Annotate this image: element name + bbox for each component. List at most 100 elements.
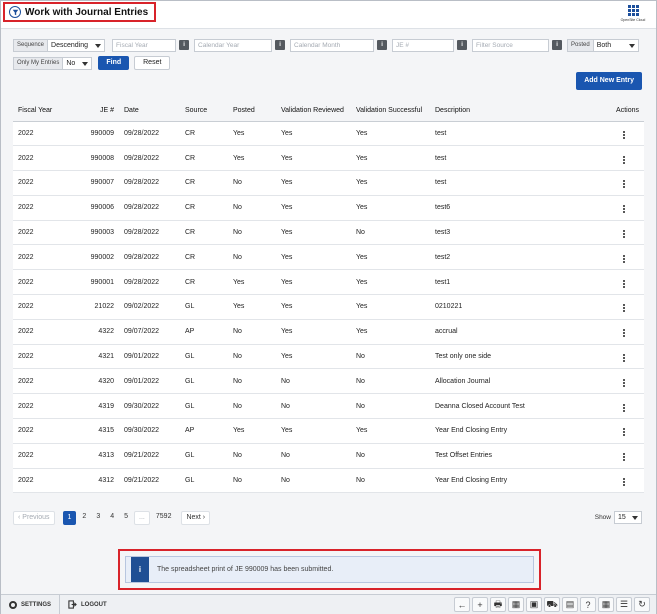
more-actions-icon[interactable] (623, 279, 625, 288)
page-size-select[interactable]: 15 (614, 511, 642, 524)
fiscal-year-lookup-icon[interactable]: i (179, 40, 190, 50)
more-actions-icon[interactable] (623, 378, 625, 387)
back-arrow-icon[interactable]: ← (454, 597, 470, 612)
je-number-input[interactable]: JE # (392, 38, 455, 52)
table-row[interactable]: 2022 4312 09/21/2022 GL No No No Year End Closi… (13, 468, 644, 493)
add-icon[interactable]: + (472, 597, 488, 612)
table-row[interactable]: 2022 4322 09/07/2022 AP No Yes Yes accrual (13, 319, 644, 345)
je-number-lookup-icon[interactable]: i (457, 40, 468, 50)
more-actions-icon[interactable] (623, 453, 625, 462)
cell-description: Test only one side (435, 353, 492, 361)
calendar-year-lookup-icon[interactable]: i (275, 40, 286, 50)
calendar-year-input[interactable]: Calendar Year (194, 38, 273, 52)
more-actions-icon[interactable] (623, 180, 625, 189)
more-actions-icon[interactable] (623, 428, 625, 437)
page-3-button[interactable]: 3 (92, 511, 104, 525)
notification-text: The spreadsheet print of JE 990009 has b… (157, 566, 334, 573)
col-fiscal-year[interactable]: Fiscal Year (13, 100, 81, 121)
calendar-icon[interactable]: ▦ (598, 597, 614, 612)
page-title-box: Work with Journal Entries (3, 2, 157, 22)
table-row[interactable]: 2022 990008 09/28/2022 CR Yes Yes Yes test (13, 145, 644, 171)
more-actions-icon[interactable] (623, 254, 625, 263)
more-actions-icon[interactable] (623, 155, 625, 164)
table-row[interactable]: 2022 990006 09/28/2022 CR No Yes Yes test6 (13, 195, 644, 221)
cell-posted: No (233, 204, 242, 212)
more-actions-icon[interactable] (623, 329, 625, 338)
calendar-month-input[interactable]: Calendar Month (290, 38, 375, 52)
app-launcher[interactable]: OpenSite Cloud (618, 5, 648, 22)
cell-source: GL (185, 402, 195, 410)
excel-export-icon[interactable]: ▣ (526, 597, 542, 612)
table-row[interactable]: 2022 990001 09/28/2022 CR Yes Yes Yes test1 (13, 269, 644, 295)
chevron-down-icon (95, 43, 102, 48)
table-row[interactable]: 2022 4320 09/01/2022 GL No No No Allocation Jou… (13, 368, 644, 394)
col-je-number[interactable]: JE # (81, 100, 119, 121)
find-button[interactable]: Find (98, 56, 130, 70)
table-row[interactable]: 2022 990003 09/28/2022 CR No Yes No test3 (13, 220, 644, 245)
page-5-button[interactable]: 5 (120, 511, 132, 525)
launcher-label: OpenSite Cloud (620, 18, 646, 22)
col-validation-reviewed[interactable]: Validation Reviewed (276, 100, 351, 121)
filter-source-lookup-icon[interactable]: i (552, 40, 563, 50)
col-source[interactable]: Source (180, 100, 228, 121)
page-4-button[interactable]: 4 (106, 511, 118, 525)
logout-button[interactable]: LOGOUT (60, 595, 115, 614)
table-row[interactable]: 2022 4315 09/30/2022 AP Yes Yes Yes Year End Cl… (13, 418, 644, 444)
more-actions-icon[interactable] (623, 304, 625, 313)
table-row[interactable]: 2022 990009 09/28/2022 CR Yes Yes Yes test (13, 121, 644, 146)
cell-validation-reviewed: No (281, 477, 290, 485)
table-row[interactable]: 2022 4313 09/21/2022 GL No No No Test Offset En… (13, 443, 644, 469)
truck-icon[interactable]: ⛟ (544, 597, 560, 612)
only-my-entries-select[interactable]: No (62, 56, 93, 70)
sequence-select[interactable]: Descending (47, 38, 106, 52)
calendar-month-lookup-icon[interactable]: i (377, 40, 388, 50)
more-actions-icon[interactable] (623, 403, 625, 412)
refresh-icon[interactable]: ↻ (634, 597, 650, 612)
table-row[interactable]: 2022 990007 09/28/2022 CR No Yes Yes test (13, 170, 644, 196)
more-actions-icon[interactable] (623, 130, 625, 139)
more-actions-icon[interactable] (623, 205, 625, 214)
col-date[interactable]: Date (119, 100, 180, 121)
cell-validation-reviewed: Yes (281, 129, 293, 137)
add-new-entry-button[interactable]: Add New Entry (576, 72, 642, 90)
cell-description: test2 (435, 253, 451, 261)
table-row[interactable]: 2022 4319 09/30/2022 GL No No No Deanna Closed … (13, 393, 644, 419)
next-page-button[interactable]: Next › (181, 511, 211, 525)
help-icon[interactable]: ? (580, 597, 596, 612)
page-2-button[interactable]: 2 (78, 511, 90, 525)
page-1-button[interactable]: 1 (62, 511, 77, 525)
col-posted[interactable]: Posted (228, 100, 276, 121)
table-row[interactable]: 2022 21022 09/02/2022 GL Yes Yes Yes 0210221 (13, 294, 644, 320)
cell-validation-successful: Yes (356, 328, 368, 336)
cell-actions (599, 245, 644, 270)
cell-posted: No (233, 253, 242, 261)
table-row[interactable]: 2022 990002 09/28/2022 CR No Yes Yes test2 (13, 244, 644, 270)
cell-validation-successful: No (356, 477, 365, 485)
col-description[interactable]: Description (430, 100, 599, 121)
cell-validation-reviewed: Yes (281, 427, 293, 435)
cell-source: CR (185, 253, 196, 261)
fiscal-year-input[interactable]: Fiscal Year (112, 38, 177, 52)
cell-source: CR (185, 229, 196, 237)
filter-source-input[interactable]: Filter Source (472, 38, 550, 52)
previous-page-button[interactable]: ‹ Previous (13, 511, 55, 525)
cell-source: CR (185, 278, 196, 286)
table-row[interactable]: 2022 4321 09/01/2022 GL No Yes No Test only one… (13, 344, 644, 369)
page-last-button[interactable]: 7592 (152, 511, 176, 525)
cell-je-number: 990003 (90, 229, 114, 237)
filter-funnel-icon[interactable] (9, 6, 21, 18)
more-actions-icon[interactable] (623, 354, 625, 363)
col-validation-successful[interactable]: Validation Successful (351, 100, 430, 121)
grid-icon[interactable]: ▦ (508, 597, 524, 612)
tree-list-icon[interactable]: ☰ (616, 597, 632, 612)
posted-select[interactable]: Both (592, 38, 639, 52)
settings-button[interactable]: SETTINGS (1, 595, 61, 614)
more-actions-icon[interactable] (623, 230, 625, 239)
print-icon[interactable]: 🖶 (490, 597, 506, 612)
documents-icon[interactable]: ▤ (562, 597, 578, 612)
cell-description: 0210221 (435, 303, 463, 311)
cell-validation-successful: No (356, 353, 365, 361)
cell-actions (599, 195, 644, 220)
reset-button[interactable]: Reset (134, 56, 171, 70)
more-actions-icon[interactable] (623, 478, 625, 487)
